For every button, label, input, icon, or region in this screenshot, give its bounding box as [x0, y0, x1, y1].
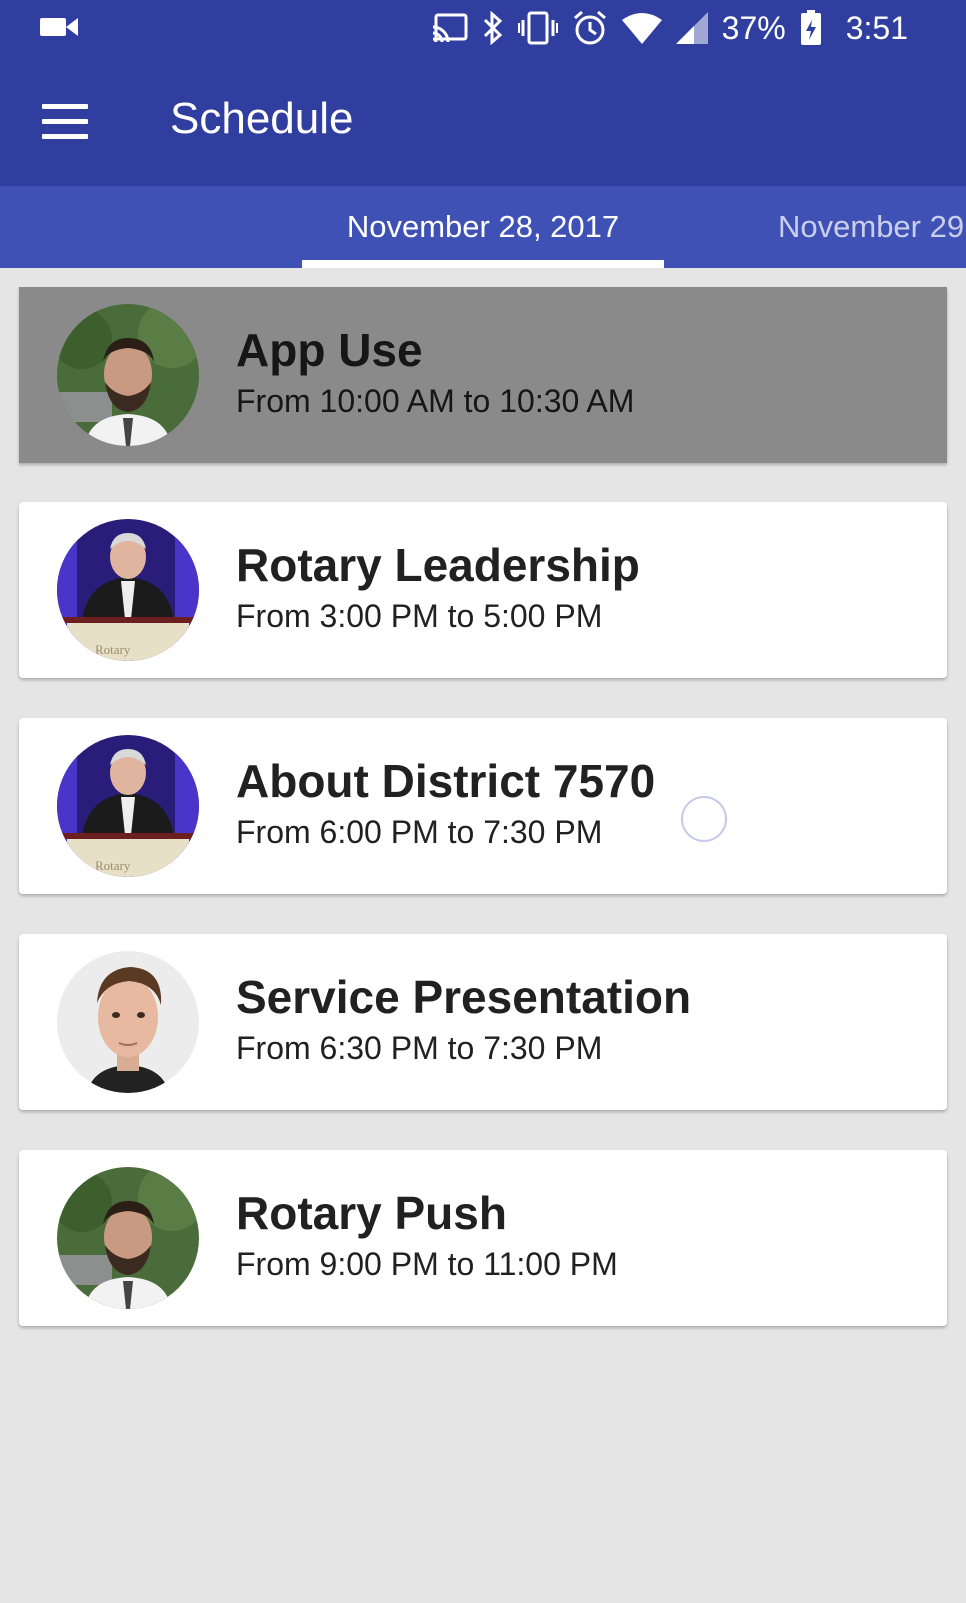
loading-spinner [681, 796, 727, 842]
event-title: App Use [236, 324, 423, 376]
tab-november-28[interactable]: November 28, 2017 [302, 186, 664, 268]
page-title: Schedule [170, 94, 354, 143]
speaker-avatar [57, 1167, 199, 1309]
event-title: Rotary Push [236, 1187, 507, 1239]
speaker-avatar: Rotary [57, 735, 199, 877]
cell-signal-icon [675, 12, 708, 44]
event-time: From 10:00 AM to 10:30 AM [236, 383, 635, 419]
speaker-avatar: Rotary [57, 519, 199, 661]
event-title: Service Presentation [236, 971, 692, 1023]
alarm-icon [572, 10, 608, 46]
event-time: From 6:00 PM to 7:30 PM [236, 814, 603, 850]
cast-icon [432, 13, 468, 43]
event-title: Rotary Leadership [236, 539, 640, 591]
event-title: About District 7570 [236, 755, 656, 807]
event-card-rotary-leadership[interactable]: Rotary Rotary Leadership From 3:00 PM to… [19, 502, 947, 678]
speaker-avatar [57, 304, 199, 446]
status-bar: 37% 3:51 [0, 0, 966, 56]
event-time: From 9:00 PM to 11:00 PM [236, 1246, 618, 1282]
bluetooth-icon [482, 11, 504, 45]
vibrate-icon [517, 11, 558, 45]
event-time: From 6:30 PM to 7:30 PM [236, 1030, 603, 1066]
event-card-app-use[interactable]: App Use From 10:00 AM to 10:30 AM [19, 287, 947, 463]
event-card-rotary-push[interactable]: Rotary Push From 9:00 PM to 11:00 PM [19, 1150, 947, 1326]
app-bar: Schedule [0, 56, 966, 186]
wifi-icon [621, 12, 662, 44]
event-time: From 3:00 PM to 5:00 PM [236, 598, 603, 634]
battery-percent: 37% [721, 9, 786, 46]
active-tab-indicator [302, 260, 664, 268]
svg-text:Rotary: Rotary [95, 858, 131, 873]
svg-text:Rotary: Rotary [95, 642, 131, 657]
battery-charging-icon [800, 10, 822, 46]
tab-november-29[interactable]: November 29 [778, 186, 964, 268]
video-camera-icon [40, 16, 78, 43]
event-card-service-presentation[interactable]: Service Presentation From 6:30 PM to 7:3… [19, 934, 947, 1110]
speaker-avatar [57, 951, 199, 1093]
date-tabs: November 28, 2017 November 29 [0, 186, 966, 268]
clock: 3:51 [845, 9, 908, 46]
event-card-about-district[interactable]: Rotary About District 7570 From 6:00 PM … [19, 718, 947, 894]
menu-icon[interactable] [36, 94, 92, 144]
